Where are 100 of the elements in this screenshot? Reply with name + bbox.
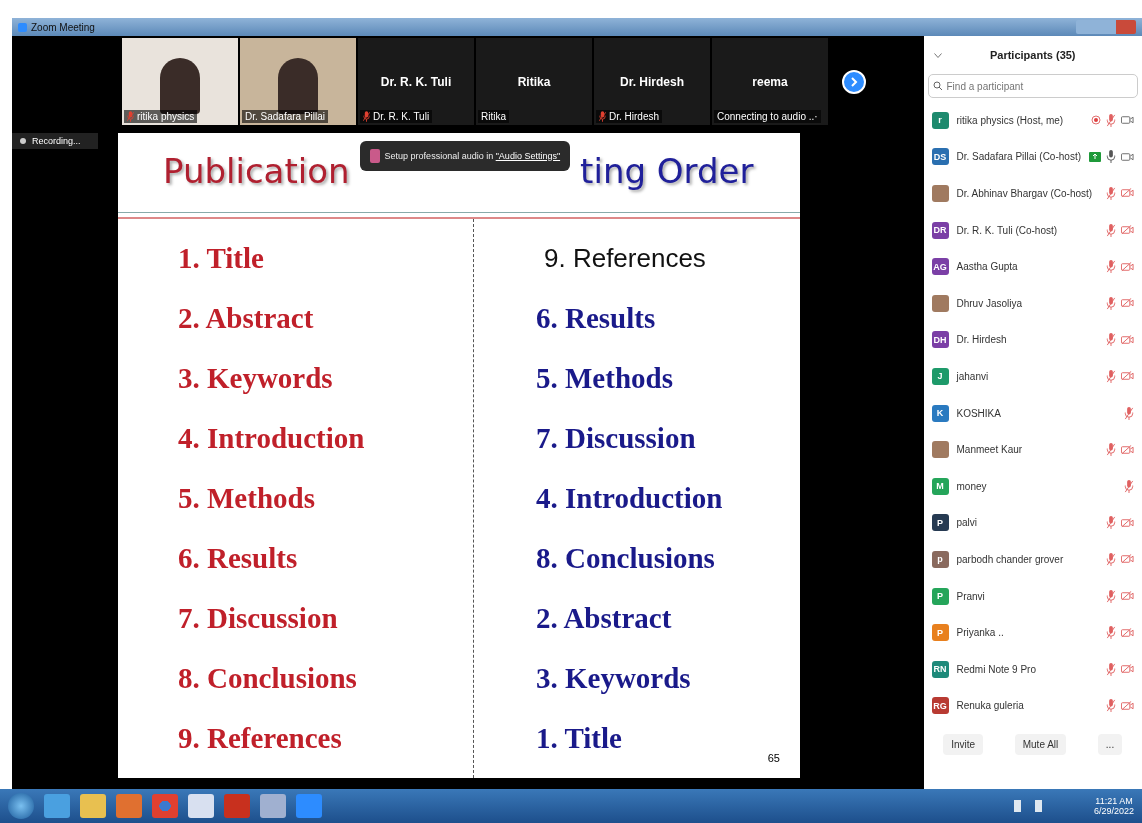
- muted-mic-icon[interactable]: [1106, 333, 1116, 347]
- avatar: M: [931, 477, 949, 495]
- participant-name: Dhruv Jasoliya: [956, 297, 1024, 309]
- person-silhouette-icon: [160, 57, 200, 114]
- participant-name: Dr. Hirdesh: [620, 74, 684, 89]
- muted-mic-icon[interactable]: [1106, 699, 1116, 713]
- video-off-icon[interactable]: [1121, 700, 1134, 711]
- list-item: 7. Discussion: [536, 421, 697, 456]
- list-item: 8. Conclusions: [178, 661, 358, 696]
- participant-name: jahanvi: [956, 370, 990, 382]
- list-item: 3. Keywords: [536, 661, 692, 696]
- participant-name: Priyanka ..: [956, 627, 1005, 639]
- panel-button[interactable]: ...: [1097, 734, 1123, 756]
- slide-title: ting Order: [580, 150, 754, 191]
- list-item: 5. Methods: [536, 361, 674, 396]
- muted-mic-icon[interactable]: [1106, 260, 1116, 274]
- search-field[interactable]: Find a participant: [927, 74, 1138, 98]
- muted-mic-icon[interactable]: [1106, 443, 1116, 457]
- participant-name: palvi: [956, 517, 979, 529]
- muted-mic-icon[interactable]: [1106, 626, 1116, 640]
- tile-label: Ritika: [481, 111, 506, 122]
- slide-title: Publication: [163, 150, 350, 191]
- avatar: r: [931, 111, 949, 129]
- muted-mic-icon[interactable]: [1106, 187, 1116, 200]
- avatar-photo: [931, 294, 949, 312]
- participant-name: Dr. R. K. Tuli (Co-host): [956, 224, 1059, 236]
- participant-name: KOSHIKA: [956, 407, 1002, 419]
- person-silhouette-icon: [278, 57, 318, 114]
- list-item: 7. Discussion: [178, 601, 339, 636]
- muted-mic-icon[interactable]: [1106, 369, 1116, 383]
- video-off-icon[interactable]: [1121, 554, 1134, 565]
- list-item: 2. Abstract: [178, 301, 315, 336]
- tile-label: Dr. R. K. Tuli: [373, 111, 430, 122]
- recording-indicator: Recording...: [12, 133, 98, 149]
- avatar: DS: [931, 148, 949, 166]
- video-off-icon[interactable]: [1121, 591, 1134, 601]
- participant-name: money: [956, 480, 988, 492]
- audio-icon: [369, 148, 380, 163]
- participant-name: parbodh chander grover: [956, 553, 1065, 565]
- avatar: P: [931, 514, 949, 532]
- participant-name: Dr. Abhinav Bhargav (Co-host): [956, 188, 1094, 199]
- next-page-button[interactable]: [842, 69, 866, 94]
- video-off-icon[interactable]: [1121, 334, 1134, 345]
- avatar: RG: [931, 697, 949, 715]
- tile-label: Dr. Sadafara Pillai: [245, 111, 326, 122]
- muted-mic-icon[interactable]: [1124, 406, 1134, 420]
- muted-mic-icon[interactable]: [1106, 552, 1116, 566]
- tile-label: ritika physics: [137, 111, 195, 122]
- video-off-icon[interactable]: [1121, 627, 1134, 638]
- muted-mic-icon[interactable]: [1106, 113, 1116, 127]
- chevron-down-icon[interactable]: [933, 52, 942, 58]
- participant-name: Dr. R. K. Tuli: [380, 74, 452, 89]
- list-item: 1. Title: [536, 721, 623, 756]
- muted-mic-icon[interactable]: [1124, 479, 1134, 493]
- participant-name: Dr. Hirdesh: [956, 334, 1008, 346]
- video-off-icon[interactable]: [1121, 298, 1134, 309]
- search-icon: [932, 81, 943, 91]
- app-icon: [18, 22, 27, 32]
- list-item: 1. Title: [178, 241, 265, 276]
- list-item: 3. Keywords: [178, 361, 334, 396]
- muted-mic-icon[interactable]: [1106, 296, 1116, 310]
- muted-mic-icon[interactable]: [1106, 516, 1116, 530]
- avatar-photo: [931, 185, 949, 202]
- muted-mic-icon[interactable]: [1106, 589, 1116, 603]
- tile-label: Connecting to audio ..·: [717, 111, 818, 122]
- video-off-icon[interactable]: [1121, 188, 1134, 199]
- list-item: 9. References: [178, 721, 343, 756]
- avatar: AG: [931, 258, 949, 276]
- list-item: 8. Conclusions: [536, 541, 716, 576]
- list-item: 6. Results: [536, 301, 657, 336]
- list-item: 6. Results: [178, 541, 299, 576]
- avatar: P: [931, 624, 949, 642]
- page-number: 65: [767, 752, 780, 764]
- panel-title: Participants (35): [989, 49, 1076, 61]
- list-item: 2. Abstract: [536, 601, 673, 636]
- participant-name: Pranvi: [956, 590, 986, 602]
- clock[interactable]: 11:21 AM 6/29/2022: [1093, 796, 1134, 816]
- participant-name: Ritika: [517, 74, 551, 89]
- muted-mic-icon[interactable]: [1106, 662, 1116, 676]
- participant-name: Dr. Sadafara Pillai (Co-host): [956, 151, 1081, 163]
- video-off-icon[interactable]: [1121, 225, 1134, 236]
- video-off-icon[interactable]: [1121, 261, 1134, 272]
- tile-label: Dr. Hirdesh: [609, 111, 659, 122]
- panel-button[interactable]: Mute All: [1014, 734, 1067, 756]
- participant-name: Manmeet Kaur: [956, 444, 1024, 456]
- panel-button[interactable]: Invite: [943, 734, 984, 756]
- avatar: p: [931, 550, 949, 568]
- video-off-icon[interactable]: [1121, 444, 1134, 455]
- avatar: RN: [931, 660, 949, 678]
- video-off-icon[interactable]: [1121, 664, 1134, 675]
- chevron-right-icon: [849, 76, 859, 87]
- video-off-icon[interactable]: [1121, 371, 1134, 382]
- mic-icon[interactable]: [1106, 150, 1116, 164]
- avatar: DR: [931, 221, 949, 239]
- window-title: Zoom Meeting: [31, 21, 95, 33]
- video-off-icon[interactable]: [1121, 517, 1134, 528]
- start-button[interactable]: [8, 793, 34, 819]
- muted-mic-icon[interactable]: [1106, 223, 1116, 237]
- audio-settings-link[interactable]: "Audio Settings": [495, 150, 561, 161]
- avatar: J: [931, 367, 949, 385]
